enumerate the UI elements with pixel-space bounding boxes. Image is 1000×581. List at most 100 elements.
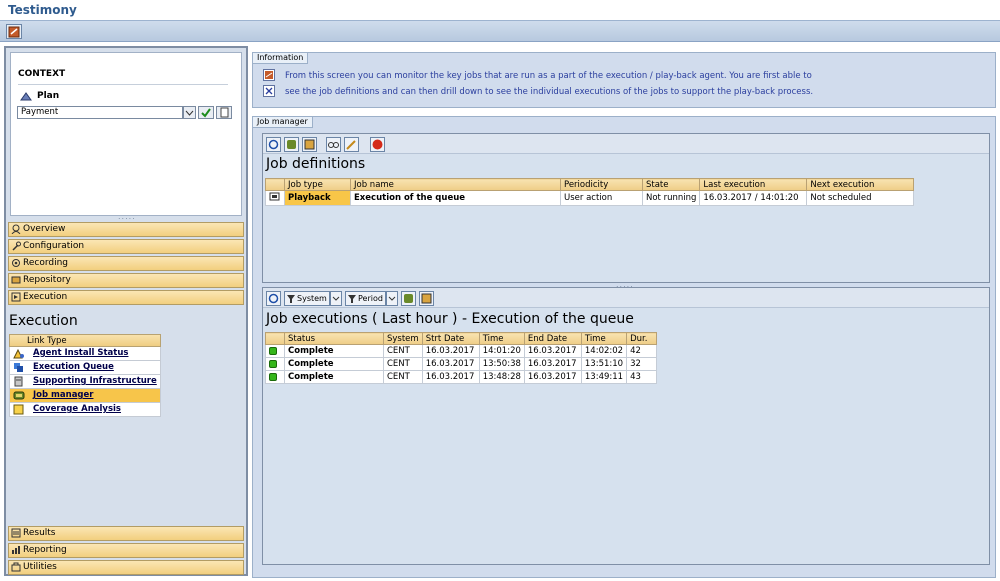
- column-header[interactable]: Periodicity: [560, 178, 643, 191]
- column-header[interactable]: End Date: [523, 332, 582, 345]
- column-header[interactable]: Status: [284, 332, 384, 345]
- wrench-icon: [11, 241, 21, 256]
- selector-column: [265, 332, 285, 345]
- schedule-button[interactable]: [419, 291, 434, 306]
- stop-button[interactable]: [370, 137, 385, 152]
- nav-reporting-label: Reporting: [23, 545, 67, 555]
- nav-overview[interactable]: Overview: [8, 222, 244, 237]
- context-heading: CONTEXT: [18, 69, 66, 79]
- job-definitions-table: Job type Job name Periodicity State Last…: [265, 178, 915, 206]
- edit-button[interactable]: [344, 137, 359, 152]
- job-definitions-header-row: Job type Job name Periodicity State Last…: [265, 178, 915, 191]
- results-icon: [11, 528, 21, 543]
- status-light-cell: [265, 357, 285, 371]
- refresh-button[interactable]: [266, 291, 281, 306]
- column-header[interactable]: Time: [478, 332, 525, 345]
- column-header[interactable]: Strt Date: [421, 332, 480, 345]
- status-light-cell: [265, 370, 285, 384]
- nav-recording[interactable]: Recording: [8, 256, 244, 271]
- link-execution-queue[interactable]: Execution Queue: [9, 361, 161, 375]
- cell-duration: 32: [626, 357, 658, 371]
- column-header[interactable]: State: [641, 178, 701, 191]
- nav-utilities-label: Utilities: [23, 562, 57, 572]
- table-row[interactable]: Complete CENT 16.03.2017 13:50:38 16.03.…: [265, 357, 658, 371]
- new-plan-button[interactable]: [216, 106, 232, 119]
- cell-status[interactable]: Complete: [284, 357, 384, 371]
- cell-start-date: 16.03.2017: [421, 357, 480, 371]
- cell-job-name[interactable]: Execution of the queue: [350, 190, 561, 206]
- job-executions-panel: System Period Job executions ( Last hour…: [262, 287, 990, 565]
- link-coverage-analysis[interactable]: Coverage Analysis: [9, 403, 161, 417]
- plan-dropdown-button[interactable]: [183, 106, 196, 119]
- infrastructure-icon: [13, 376, 23, 387]
- job-definitions-panel: Job definitions Job type Job name Period…: [262, 133, 990, 283]
- chevron-down-icon: [185, 110, 194, 116]
- cell-status[interactable]: Complete: [284, 370, 384, 384]
- column-header[interactable]: Last execution: [699, 178, 808, 191]
- reporting-icon: [11, 545, 21, 560]
- nav-utilities[interactable]: Utilities: [8, 560, 244, 575]
- cell-end-date: 16.03.2017: [523, 357, 582, 371]
- confirm-plan-button[interactable]: [198, 106, 214, 119]
- link-supporting-infrastructure[interactable]: Supporting Infrastructure: [9, 375, 161, 389]
- column-header[interactable]: System: [383, 332, 423, 345]
- back-button[interactable]: [6, 24, 22, 39]
- glasses-button[interactable]: [326, 137, 341, 152]
- information-line-1: From this screen you can monitor the key…: [285, 71, 812, 81]
- nav-results[interactable]: Results: [8, 526, 244, 541]
- job-executions-table: Status System Strt Date Time End Date Ti…: [265, 332, 658, 384]
- refresh-icon: [268, 139, 279, 150]
- column-header[interactable]: Job type: [284, 178, 351, 191]
- blank-document-icon: [220, 107, 229, 118]
- cell-end-date: 16.03.2017: [523, 370, 582, 384]
- details-button[interactable]: [401, 291, 416, 306]
- cell-system: CENT: [383, 357, 423, 371]
- link-label: Execution Queue: [33, 362, 114, 372]
- nav-repository[interactable]: Repository: [8, 273, 244, 288]
- table-row[interactable]: Complete CENT 16.03.2017 13:48:28 16.03.…: [265, 370, 658, 384]
- main-toolbar: [0, 20, 1000, 42]
- cell-status[interactable]: Complete: [284, 344, 384, 358]
- document-edit-icon: [8, 26, 20, 38]
- recording-icon: [11, 258, 21, 273]
- cell-next-execution: Not scheduled: [806, 190, 915, 206]
- column-header[interactable]: Job name: [350, 178, 561, 191]
- nav-reporting[interactable]: Reporting: [8, 543, 244, 558]
- app-title: Testimony: [8, 3, 77, 17]
- context-splitter[interactable]: .....: [118, 212, 136, 221]
- information-group-label: Information: [253, 53, 309, 64]
- cell-end-date: 16.03.2017: [523, 344, 582, 358]
- schedule-button[interactable]: [302, 137, 317, 152]
- context-divider: [18, 84, 228, 85]
- display-icon: [328, 142, 339, 148]
- agent-icon: [13, 348, 24, 359]
- context-box: CONTEXT Plan Payment: [10, 52, 242, 216]
- table-row[interactable]: Playback Execution of the queue User act…: [265, 190, 915, 206]
- left-navigation-frame: CONTEXT Plan Payment ..... Overview Conf…: [4, 46, 248, 576]
- checkmark-icon: [201, 108, 211, 118]
- green-status-icon: [269, 346, 277, 355]
- period-filter-button[interactable]: Period: [345, 291, 386, 306]
- nav-execution[interactable]: Execution: [8, 290, 244, 305]
- period-filter-dropdown[interactable]: [386, 291, 398, 306]
- job-definitions-body: Job definitions Job type Job name Period…: [263, 154, 989, 282]
- link-agent-install-status[interactable]: Agent Install Status: [9, 347, 161, 361]
- column-header[interactable]: Dur.: [626, 332, 658, 345]
- nav-recording-label: Recording: [23, 258, 69, 268]
- title-bar: Testimony: [0, 0, 1000, 20]
- link-job-manager[interactable]: Job manager: [9, 389, 161, 403]
- refresh-button[interactable]: [266, 137, 281, 152]
- nav-configuration[interactable]: Configuration: [8, 239, 244, 254]
- selector-column: [265, 178, 285, 191]
- table-row[interactable]: Complete CENT 16.03.2017 14:01:20 16.03.…: [265, 344, 658, 358]
- system-filter-button[interactable]: System: [284, 291, 330, 306]
- refresh-icon: [268, 293, 279, 304]
- details-button[interactable]: [284, 137, 299, 152]
- job-executions-title: Job executions ( Last hour ) - Execution…: [266, 311, 634, 327]
- column-header[interactable]: Next execution: [806, 178, 915, 191]
- cell-state: Not running: [641, 190, 701, 206]
- plan-select[interactable]: Payment: [17, 106, 183, 119]
- cell-job-type[interactable]: Playback: [284, 190, 351, 206]
- column-header[interactable]: Time: [580, 332, 628, 345]
- system-filter-dropdown[interactable]: [330, 291, 342, 306]
